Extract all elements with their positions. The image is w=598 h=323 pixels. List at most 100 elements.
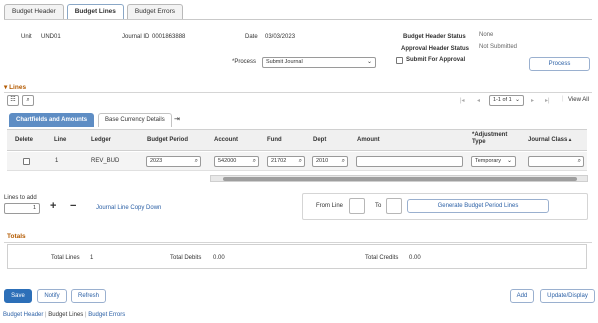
- add-row-icon[interactable]: +: [50, 200, 56, 212]
- scrollbar-thumb[interactable]: [223, 177, 577, 181]
- row-ledger: REV_BUD: [91, 158, 120, 164]
- tab-budget-lines[interactable]: Budget Lines: [66, 4, 124, 20]
- journal-id-value: 0001863888: [152, 34, 186, 40]
- col-dept: Dept: [313, 137, 327, 143]
- personalize-grid-icon[interactable]: ☷: [7, 95, 19, 106]
- submit-for-approval-label: Submit For Approval: [406, 57, 466, 63]
- total-credits-label: Total Credits: [365, 255, 399, 261]
- totals-box: [7, 244, 587, 269]
- col-adjustment-type: *Adjustment Type: [472, 132, 507, 146]
- col-delete: Delete: [15, 137, 34, 143]
- amount-input[interactable]: [356, 156, 463, 167]
- footer-link-budget-header[interactable]: Budget Header: [3, 312, 43, 318]
- prev-page-icon[interactable]: ◂: [477, 97, 480, 104]
- lines-section-divider: [4, 92, 592, 93]
- fund-value: 21702: [271, 158, 287, 164]
- process-select-value: Submit Journal: [266, 59, 303, 65]
- lines-to-add-label: Lines to add: [4, 195, 37, 201]
- lookup-search-icon[interactable]: ⌕: [578, 157, 581, 166]
- tab-divider: [4, 19, 592, 20]
- footer-separator: |: [45, 312, 47, 318]
- from-line-label: From Line: [316, 203, 344, 209]
- save-button[interactable]: Save: [4, 289, 32, 303]
- chevron-down-icon: ⌄: [514, 97, 520, 103]
- horizontal-scrollbar[interactable]: [210, 175, 588, 182]
- pagination-select[interactable]: 1-1 of 1 ⌄: [489, 95, 524, 106]
- collapse-triangle-icon[interactable]: ▾: [4, 84, 7, 91]
- total-debits-value: 0.00: [213, 255, 225, 261]
- footer-link-budget-lines[interactable]: Budget Lines: [48, 312, 83, 318]
- add-button[interactable]: Add: [510, 289, 534, 303]
- lookup-search-icon[interactable]: ⌕: [253, 157, 256, 166]
- col-journal-class[interactable]: Journal Class ▴: [528, 137, 571, 143]
- lines-to-add-input[interactable]: 1: [4, 203, 40, 214]
- date-label: Date: [245, 34, 258, 40]
- tab-budget-errors[interactable]: Budget Errors: [126, 4, 184, 19]
- lookup-search-icon[interactable]: ⌕: [195, 157, 198, 166]
- last-page-icon[interactable]: ▸|: [545, 97, 550, 104]
- process-button[interactable]: Process: [529, 57, 590, 71]
- col-budget-period: Budget Period: [147, 137, 189, 143]
- col-line: Line: [54, 137, 67, 143]
- process-label: *Process: [232, 59, 257, 65]
- totals-section-divider: [4, 242, 592, 243]
- chevron-down-icon: ⌄: [506, 158, 512, 164]
- lookup-search-icon[interactable]: ⌕: [299, 157, 302, 166]
- footer-link-budget-errors[interactable]: Budget Errors: [88, 312, 125, 318]
- lookup-search-icon[interactable]: ⌕: [342, 157, 345, 166]
- col-adjustment-type-line1: *Adjustment: [472, 132, 508, 138]
- generate-budget-period-lines-button[interactable]: Generate Budget Period Lines: [407, 199, 549, 213]
- budget-period-value: 2023: [150, 158, 163, 164]
- notify-button[interactable]: Notify: [37, 289, 67, 303]
- fund-input[interactable]: 21702 ⌕: [267, 156, 305, 167]
- adjustment-type-value: Temporary: [475, 158, 501, 164]
- total-lines-value: 1: [90, 255, 94, 261]
- adjustment-type-select[interactable]: Temporary ⌄: [471, 156, 516, 167]
- col-amount: Amount: [357, 137, 380, 143]
- dept-input[interactable]: 2010 ⌕: [312, 156, 348, 167]
- refresh-button[interactable]: Refresh: [71, 289, 106, 303]
- footer-separator: |: [84, 312, 87, 318]
- page-tabs: Budget Header Budget Lines Budget Errors: [4, 4, 184, 20]
- delete-row-icon[interactable]: −: [70, 200, 76, 212]
- to-line-input[interactable]: [386, 198, 402, 214]
- submit-for-approval-checkbox[interactable]: [396, 57, 403, 64]
- approval-header-status-value: Not Submitted: [479, 44, 518, 50]
- pagination-value: 1-1 of 1: [493, 97, 512, 103]
- account-value: 542000: [218, 158, 237, 164]
- total-credits-value: 0.00: [409, 255, 421, 261]
- lines-title-text: Lines: [9, 84, 27, 91]
- totals-section-title: Totals: [7, 233, 26, 240]
- search-icon[interactable]: ⌕: [22, 95, 34, 106]
- journal-line-copy-down-link[interactable]: Journal Line Copy Down: [96, 205, 161, 211]
- show-all-columns-icon[interactable]: ⇥: [174, 115, 180, 123]
- subtab-chartfields-amounts[interactable]: Chartfields and Amounts: [9, 113, 95, 127]
- budget-header-status-label: Budget Header Status: [403, 34, 466, 40]
- subtab-base-currency[interactable]: Base Currency Details: [98, 113, 172, 127]
- budget-header-status-value: None: [479, 32, 494, 38]
- col-fund: Fund: [267, 137, 282, 143]
- total-lines-label: Total Lines: [51, 255, 80, 261]
- process-select[interactable]: Submit Journal ⌄: [262, 57, 376, 68]
- first-page-icon[interactable]: |◂: [460, 97, 465, 104]
- dept-value: 2010: [316, 158, 329, 164]
- approval-header-status-label: Approval Header Status: [401, 46, 470, 52]
- view-all-link[interactable]: View All: [568, 97, 589, 103]
- next-page-icon[interactable]: ▸: [531, 97, 534, 104]
- col-ledger: Ledger: [91, 137, 112, 143]
- col-account: Account: [214, 137, 238, 143]
- to-label: To: [375, 203, 382, 209]
- delete-row-checkbox[interactable]: [23, 158, 30, 165]
- lines-section-title: ▾ Lines: [4, 83, 26, 91]
- account-input[interactable]: 542000 ⌕: [214, 156, 259, 167]
- budget-period-input[interactable]: 2023 ⌕: [146, 156, 201, 167]
- from-line-input[interactable]: [349, 198, 365, 214]
- journal-class-input[interactable]: ⌕: [528, 156, 584, 167]
- journal-id-label: Journal ID: [122, 34, 150, 40]
- unit-label: Unit: [21, 34, 32, 40]
- row-line: 1: [55, 158, 59, 164]
- date-value: 03/03/2023: [265, 34, 296, 40]
- update-display-button[interactable]: Update/Display: [540, 289, 595, 303]
- col-adjustment-type-line2: Type: [472, 139, 486, 145]
- tab-budget-header[interactable]: Budget Header: [4, 4, 64, 19]
